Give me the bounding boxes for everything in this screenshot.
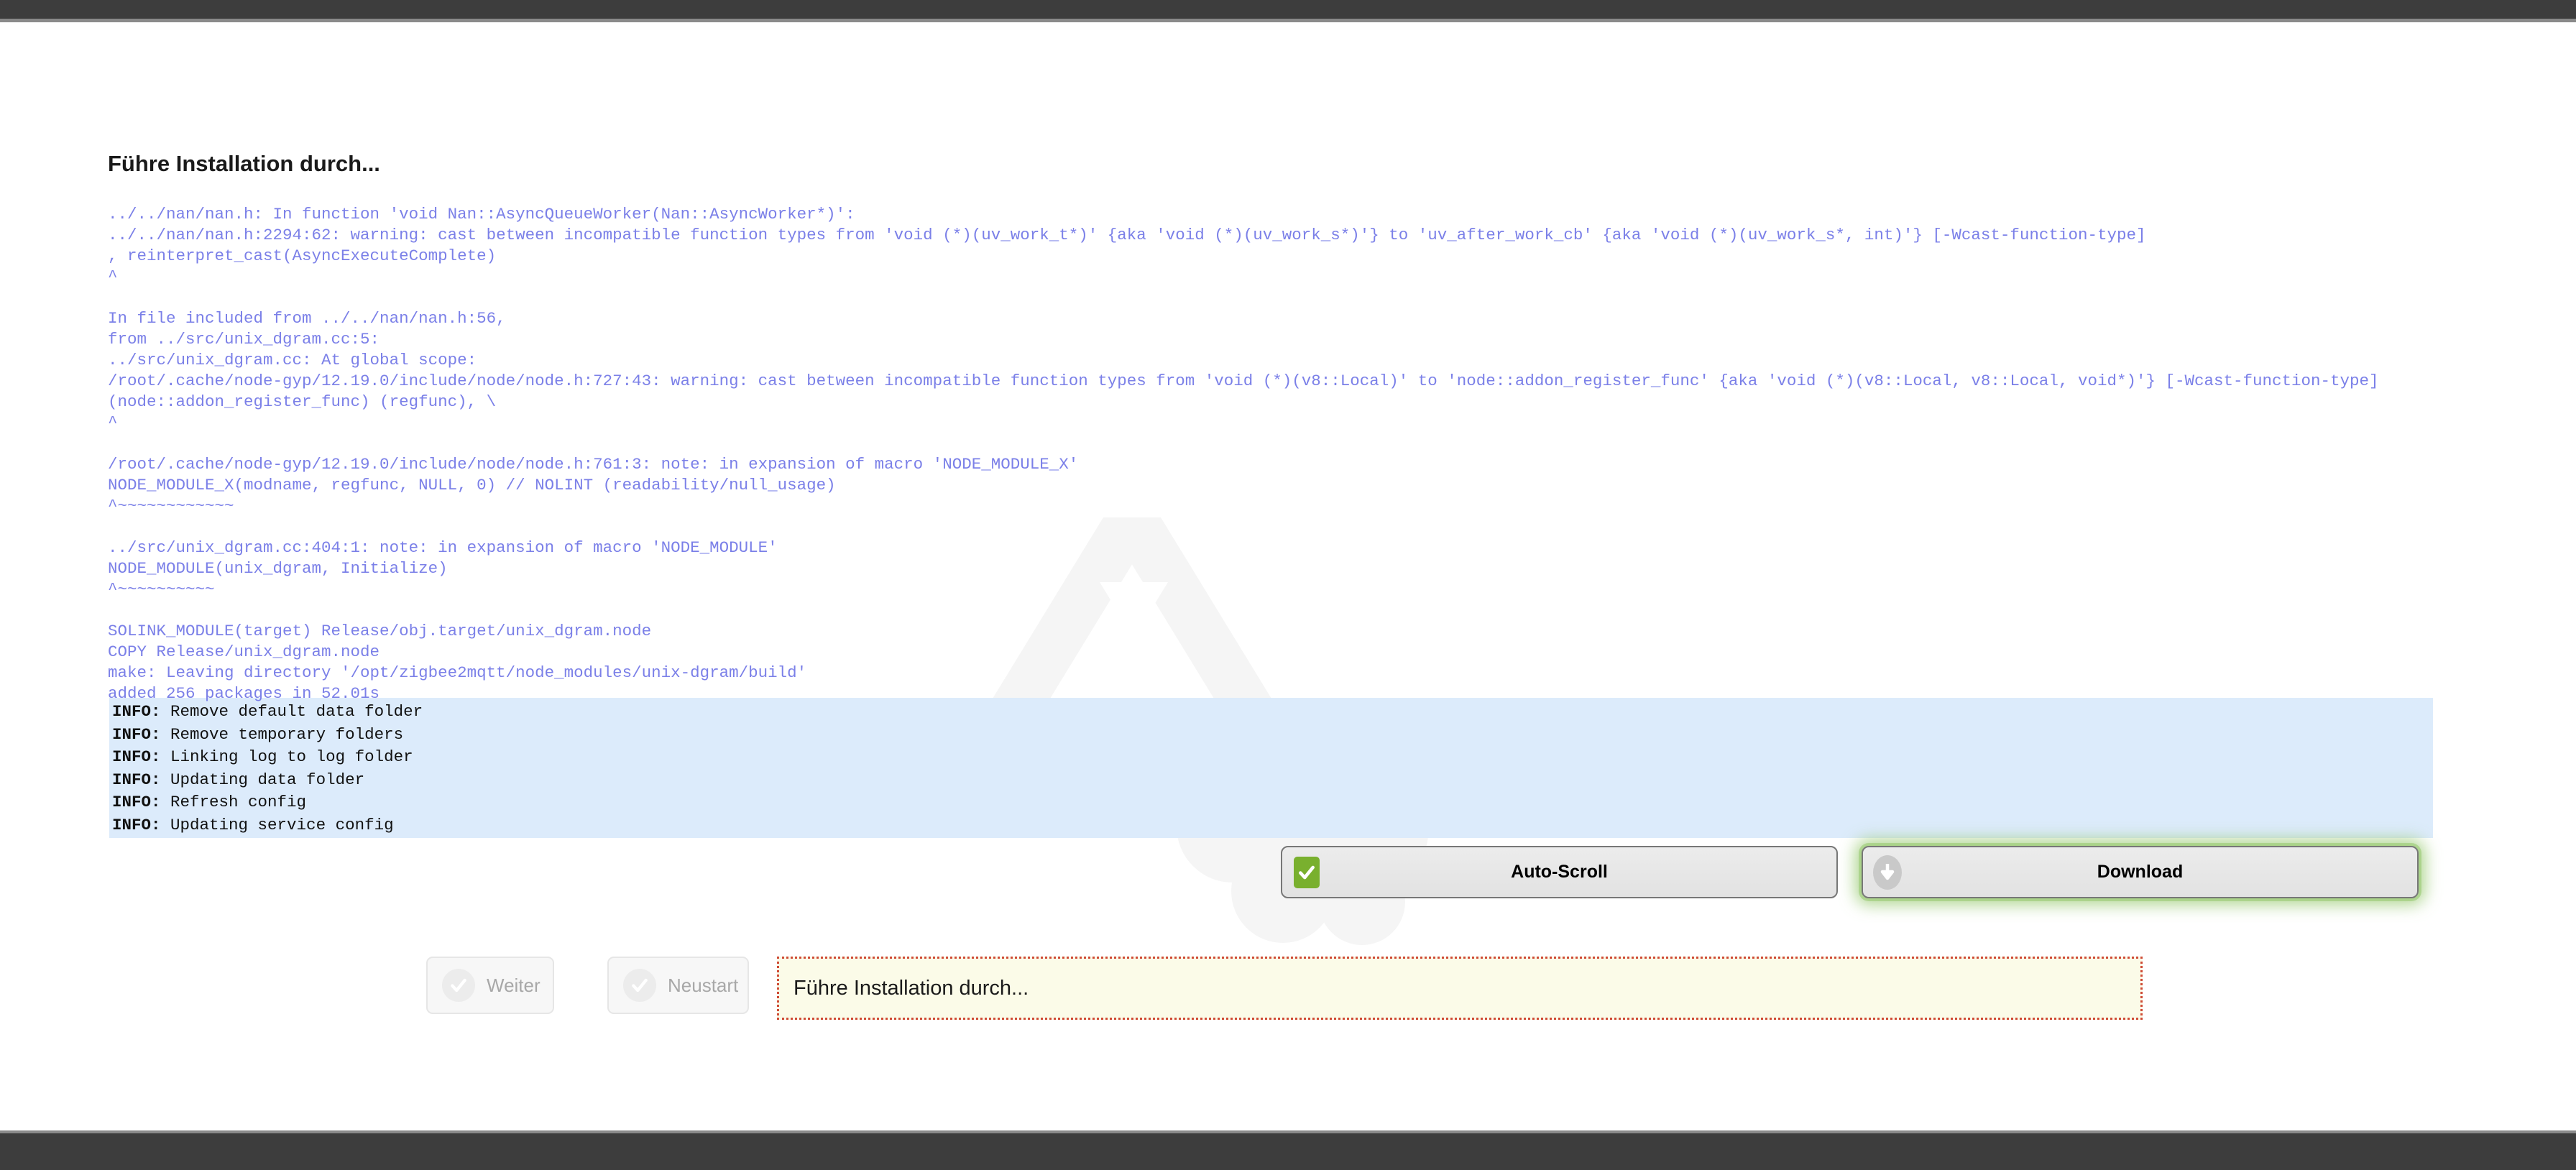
log-info-text: Refresh config bbox=[170, 793, 307, 812]
check-circle-icon bbox=[442, 969, 475, 1002]
auto-scroll-label: Auto-Scroll bbox=[1511, 862, 1608, 882]
log-info-text: Remove default data folder bbox=[170, 702, 423, 721]
checkbox-checked-icon[interactable] bbox=[1292, 856, 1321, 888]
window-top-bar bbox=[0, 0, 2576, 19]
log-info-line: INFO: Updating service config bbox=[112, 814, 2433, 837]
log-level-label: INFO: bbox=[112, 793, 161, 812]
log-info-text: Updating service config bbox=[170, 815, 394, 834]
log-info-line: INFO: Remove default data folder bbox=[112, 701, 2433, 724]
log-level-label: INFO: bbox=[112, 724, 161, 744]
auto-scroll-toggle-button[interactable]: Auto-Scroll bbox=[1281, 846, 1838, 898]
status-message-text: Führe Installation durch... bbox=[794, 976, 1029, 1000]
download-arrow-icon[interactable] bbox=[1873, 855, 1902, 890]
weiter-button[interactable]: Weiter bbox=[426, 957, 554, 1014]
log-level-label: INFO: bbox=[112, 747, 161, 767]
check-circle-icon bbox=[623, 969, 656, 1002]
log-info-text: Remove temporary folders bbox=[170, 724, 404, 744]
log-info-lines: INFO: Remove default data folder INFO: R… bbox=[109, 701, 2433, 837]
installer-page: Führe Installation durch... ../../nan/na… bbox=[0, 22, 2576, 1130]
window-bottom-bar bbox=[0, 1130, 2576, 1170]
log-info-line: INFO: Linking log to log folder bbox=[112, 746, 2433, 769]
log-level-label: INFO: bbox=[112, 702, 161, 721]
log-info-line: INFO: Updating data folder bbox=[112, 769, 2433, 792]
log-info-line: INFO: Refresh config bbox=[112, 791, 2433, 814]
neustart-label: Neustart bbox=[668, 974, 739, 996]
download-button[interactable]: Download bbox=[1862, 846, 2419, 898]
log-level-label: INFO: bbox=[112, 770, 161, 789]
log-info-text: Updating data folder bbox=[170, 770, 365, 789]
neustart-button[interactable]: Neustart bbox=[607, 957, 749, 1014]
build-log-output: ../../nan/nan.h: In function 'void Nan::… bbox=[108, 204, 2379, 703]
log-info-text: Linking log to log folder bbox=[170, 747, 413, 767]
status-message-box: Führe Installation durch... bbox=[777, 957, 2143, 1020]
log-level-label: INFO: bbox=[112, 815, 161, 834]
download-label: Download bbox=[2097, 862, 2184, 882]
log-info-line: INFO: Remove temporary folders bbox=[112, 724, 2433, 747]
weiter-label: Weiter bbox=[487, 974, 540, 996]
page-title: Führe Installation durch... bbox=[108, 150, 380, 176]
